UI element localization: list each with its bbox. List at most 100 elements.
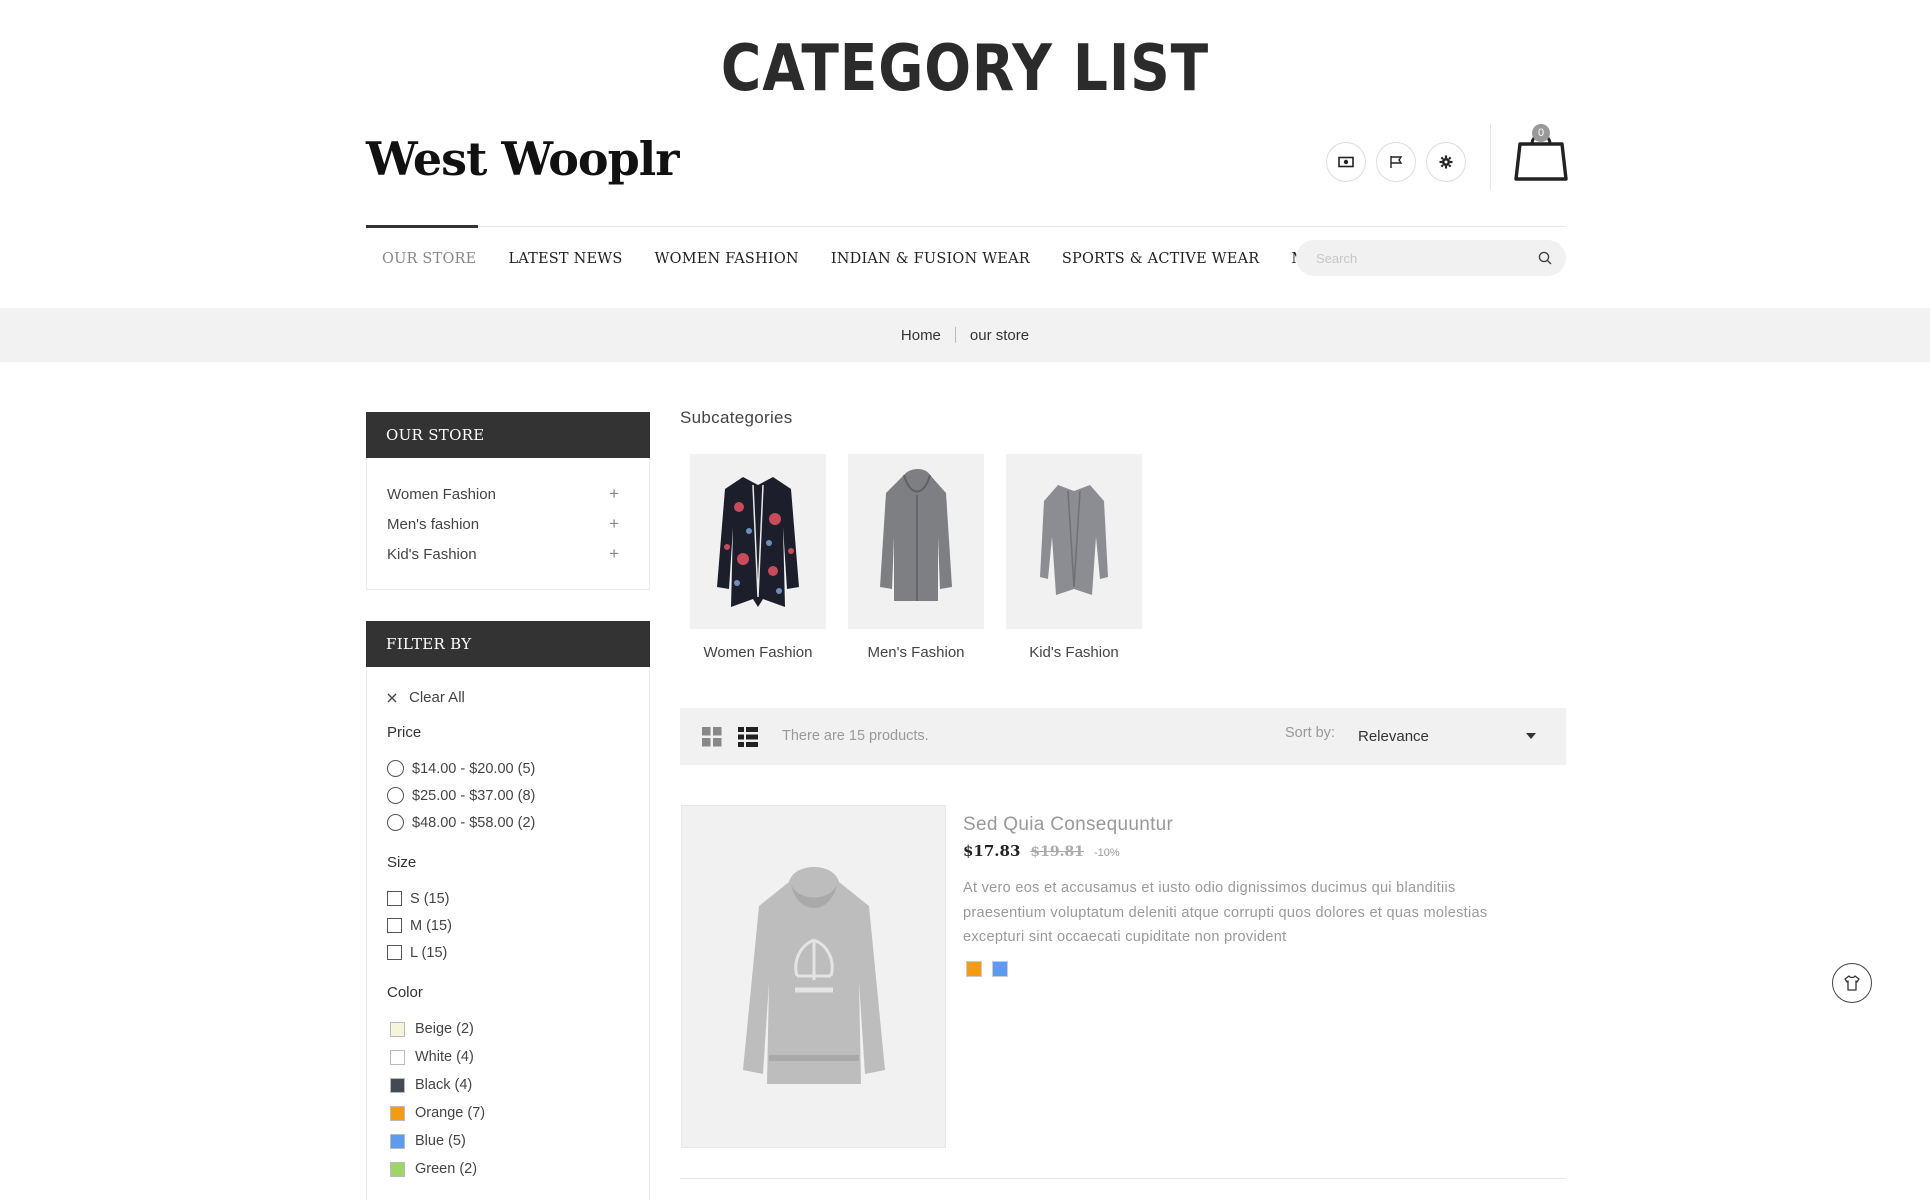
nav-divider bbox=[366, 226, 1566, 227]
color-option[interactable]: Green (2) bbox=[387, 1155, 649, 1183]
clear-all-filters-button[interactable]: Clear All bbox=[387, 689, 649, 706]
header-icon-group bbox=[1326, 142, 1466, 182]
color-swatch[interactable] bbox=[390, 1105, 405, 1121]
subcategories-title: Subcategories bbox=[680, 408, 793, 427]
checkbox[interactable] bbox=[387, 918, 402, 933]
nav-item-sports-active-wear[interactable]: SPORTS & ACTIVE WEAR bbox=[1046, 248, 1275, 270]
size-option-label: M (15) bbox=[410, 917, 452, 934]
settings-button[interactable] bbox=[1426, 142, 1466, 182]
subcategory-label[interactable]: Kid's Fashion bbox=[1006, 644, 1142, 661]
nav-active-indicator bbox=[366, 225, 478, 228]
price-facet-title: Price bbox=[387, 724, 422, 741]
expand-plus-icon[interactable]: + bbox=[609, 544, 619, 564]
color-option[interactable]: Blue (5) bbox=[387, 1127, 649, 1155]
color-option-label: Black (4) bbox=[415, 1077, 473, 1093]
product-price: $17.83 bbox=[963, 842, 1021, 860]
radio-button[interactable] bbox=[387, 814, 404, 831]
filter-panel: Clear All Price $14.00 - $20.00 (5) $25.… bbox=[366, 667, 650, 1200]
search-input[interactable] bbox=[1316, 250, 1538, 266]
color-option[interactable]: Orange (7) bbox=[387, 1099, 649, 1127]
grid-view-icon[interactable] bbox=[702, 727, 722, 747]
search-bar bbox=[1296, 240, 1566, 276]
color-swatch[interactable] bbox=[390, 1161, 405, 1177]
subcategory-image[interactable] bbox=[1006, 454, 1142, 629]
subcategory-label[interactable]: Men's Fashion bbox=[848, 644, 984, 661]
product-divider bbox=[680, 1178, 1566, 1179]
adidas-hoodie-image bbox=[742, 866, 885, 1084]
store-block-title: OUR STORE bbox=[366, 412, 650, 458]
checkbox[interactable] bbox=[387, 945, 402, 960]
radio-button[interactable] bbox=[387, 787, 404, 804]
price-option[interactable]: $25.00 - $37.00 (8) bbox=[387, 782, 649, 809]
sort-dropdown[interactable]: Relevance bbox=[1358, 720, 1548, 752]
currency-icon bbox=[1338, 156, 1354, 168]
breadcrumb-home-link[interactable]: Home bbox=[901, 327, 941, 344]
product-price-row: $17.83 $19.81 -10% bbox=[963, 842, 1120, 860]
price-option-label: $14.00 - $20.00 (5) bbox=[412, 760, 536, 777]
product-title-link[interactable]: Sed Quia Consequuntur bbox=[963, 814, 1173, 836]
color-option-label: White (4) bbox=[415, 1049, 474, 1065]
price-option-label: $25.00 - $37.00 (8) bbox=[412, 787, 536, 804]
price-option[interactable]: $48.00 - $58.00 (2) bbox=[387, 809, 649, 836]
color-option[interactable]: White (4) bbox=[387, 1043, 649, 1071]
store-logo[interactable]: West Wooplr bbox=[366, 132, 679, 186]
subcategory-card-mens-fashion[interactable]: Men's Fashion bbox=[848, 454, 984, 661]
product-image[interactable] bbox=[681, 805, 946, 1148]
color-option-label: Beige (2) bbox=[415, 1021, 474, 1037]
category-label: Kid's Fashion bbox=[387, 545, 477, 563]
price-option-label: $48.00 - $58.00 (2) bbox=[412, 814, 536, 831]
language-flag-icon bbox=[1390, 156, 1403, 168]
price-option[interactable]: $14.00 - $20.00 (5) bbox=[387, 755, 649, 782]
radio-button[interactable] bbox=[387, 760, 404, 777]
language-button[interactable] bbox=[1376, 142, 1416, 182]
grey-cardigan-image bbox=[1040, 484, 1108, 595]
category-label: Men's fashion bbox=[387, 515, 480, 533]
size-option[interactable]: M (15) bbox=[387, 912, 649, 939]
nav-item-latest-news[interactable]: LATEST NEWS bbox=[492, 248, 638, 270]
search-icon[interactable] bbox=[1538, 251, 1552, 265]
breadcrumb-separator bbox=[954, 327, 956, 343]
subcategory-image[interactable] bbox=[848, 454, 984, 629]
product-color-swatches bbox=[966, 961, 1008, 977]
category-label: Women Fashion bbox=[387, 485, 496, 503]
size-facet-title: Size bbox=[387, 854, 417, 871]
subcategory-card-kids-fashion[interactable]: Kid's Fashion bbox=[1006, 454, 1142, 661]
checkbox[interactable] bbox=[387, 891, 402, 906]
color-option-label: Orange (7) bbox=[415, 1105, 486, 1121]
sort-by-label: Sort by: bbox=[1285, 725, 1335, 741]
nav-item-indian-fusion-wear[interactable]: INDIAN & FUSION WEAR bbox=[815, 248, 1046, 270]
floating-product-button[interactable] bbox=[1832, 963, 1872, 1003]
color-swatch[interactable] bbox=[390, 1077, 405, 1093]
discount-badge: -10% bbox=[1094, 847, 1120, 859]
nav-item-our-store[interactable]: OUR STORE bbox=[366, 248, 492, 270]
product-regular-price: $19.81 bbox=[1030, 844, 1085, 860]
main-nav: OUR STORE LATEST NEWS WOMEN FASHION INDI… bbox=[366, 248, 1356, 270]
size-option[interactable]: S (15) bbox=[387, 885, 649, 912]
expand-plus-icon[interactable]: + bbox=[609, 484, 619, 504]
close-icon bbox=[387, 693, 397, 702]
category-item-kids-fashion[interactable]: Kid's Fashion + bbox=[367, 539, 649, 569]
sort-selected-value: Relevance bbox=[1358, 727, 1429, 745]
color-option-label: Blue (5) bbox=[415, 1133, 466, 1149]
product-color-swatch[interactable] bbox=[966, 961, 982, 977]
size-option[interactable]: L (15) bbox=[387, 939, 649, 966]
category-item-mens-fashion[interactable]: Men's fashion + bbox=[367, 509, 649, 539]
floral-jacket-image bbox=[717, 476, 799, 607]
currency-button[interactable] bbox=[1326, 142, 1366, 182]
nav-item-women-fashion[interactable]: WOMEN FASHION bbox=[639, 248, 815, 270]
color-swatch[interactable] bbox=[390, 1049, 405, 1065]
subcategory-card-women-fashion[interactable]: Women Fashion bbox=[690, 454, 826, 661]
expand-plus-icon[interactable]: + bbox=[609, 514, 619, 534]
category-item-women-fashion[interactable]: Women Fashion + bbox=[367, 479, 649, 509]
color-option[interactable]: Black (4) bbox=[387, 1071, 649, 1099]
color-swatch[interactable] bbox=[390, 1133, 405, 1149]
product-color-swatch[interactable] bbox=[992, 961, 1008, 977]
color-swatch[interactable] bbox=[390, 1021, 405, 1037]
color-option[interactable]: Beige (2) bbox=[387, 1015, 649, 1043]
color-facet-title: Color bbox=[387, 984, 423, 1001]
subcategory-label[interactable]: Women Fashion bbox=[690, 644, 826, 661]
list-view-icon[interactable] bbox=[738, 727, 758, 747]
product-count: There are 15 products. bbox=[782, 728, 929, 744]
subcategory-image[interactable] bbox=[690, 454, 826, 629]
page-banner-title: CATEGORY LIST bbox=[720, 32, 1210, 106]
